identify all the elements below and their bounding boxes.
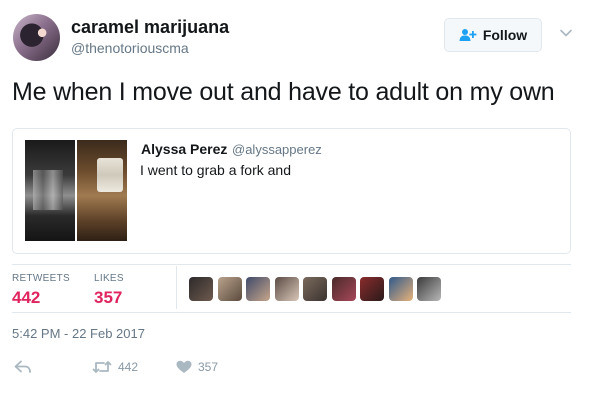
follow-button[interactable]: Follow [444,18,542,52]
chevron-down-icon[interactable] [559,26,573,40]
liker-avatar[interactable] [303,277,327,301]
follow-button-label: Follow [482,27,528,43]
quoted-tweet-image[interactable] [25,140,75,241]
retweets-stat[interactable]: RETWEETS 442 [12,273,70,308]
likes-label: LIKES [94,273,124,284]
reply-button[interactable] [14,360,32,374]
liker-avatar[interactable] [331,277,356,301]
liker-avatar[interactable] [388,277,413,301]
divider [12,312,571,313]
likes-count: 357 [94,288,123,307]
author-avatar[interactable] [13,14,60,61]
liker-avatar[interactable] [360,277,384,301]
liker-avatar[interactable] [417,277,441,301]
author-display-name[interactable]: caramel marijuana [71,17,229,38]
like-count: 357 [198,360,219,374]
quoted-tweet-image[interactable] [77,140,127,241]
retweets-count: 442 [12,288,41,307]
like-button[interactable]: 357 [176,360,218,374]
retweet-count: 442 [118,360,139,374]
tweet-timestamp[interactable]: 5:42 PM - 22 Feb 2017 [12,326,145,341]
quoted-tweet-text: I went to grab a fork and [140,162,291,178]
retweet-icon [92,360,112,374]
quoted-author-name: Alyssa Perez [141,141,228,157]
retweets-label: RETWEETS [12,273,70,284]
retweet-button[interactable]: 442 [92,360,138,374]
stats-separator [176,266,177,309]
heart-icon [176,360,192,374]
divider [12,264,571,265]
liker-avatar[interactable] [189,277,213,301]
likes-stat[interactable]: LIKES 357 [94,273,124,308]
author-handle[interactable]: @thenotoriouscma [71,40,189,56]
liker-avatar[interactable] [217,277,242,301]
quoted-author-handle: @alyssapperez [232,142,322,157]
reply-icon [14,360,32,374]
liker-avatar[interactable] [246,277,270,301]
liker-avatar[interactable] [274,277,299,301]
tweet-text: Me when I move out and have to adult on … [12,78,555,106]
follow-user-icon [459,28,477,42]
